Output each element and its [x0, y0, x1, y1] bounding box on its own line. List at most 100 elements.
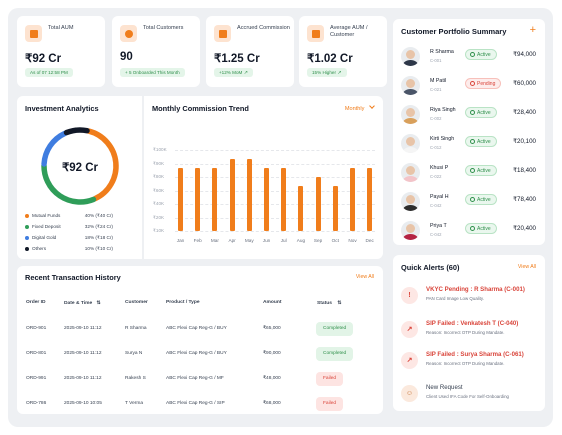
grid-line	[175, 177, 375, 178]
section-title: Customer Portfolio Summary	[401, 27, 507, 36]
amount-cell: ₹65,000	[263, 326, 281, 331]
alert-description: PAN Card Image Low Quality.	[426, 296, 484, 301]
customer-id: C-042	[430, 232, 442, 237]
y-axis-tick-label: ₹60K	[153, 187, 165, 193]
check-circle-icon	[470, 196, 475, 202]
stat-chip: 15% Higher	[307, 68, 347, 77]
column-header-order-id[interactable]: Order ID	[26, 300, 46, 305]
status-badge: Active	[465, 165, 497, 176]
legend-dot	[25, 236, 29, 240]
alert-item[interactable]: ↗ SIP Failed : Surya Sharma (C-061) Reason…	[393, 348, 545, 378]
customer-row[interactable]: R Sharma C-001 Active ₹94,000	[393, 44, 545, 73]
customer-name: R Sharma	[430, 49, 454, 55]
sort-icon: ⇅	[337, 301, 342, 306]
legend-dot	[25, 214, 29, 218]
alert-icon: !	[401, 287, 418, 304]
status-badge: Active	[465, 223, 497, 234]
trend-icon: ↗	[401, 321, 418, 338]
view-all-link[interactable]: View All	[356, 274, 374, 280]
alert-title: VKYC Pending : R Sharma (C-001)	[426, 286, 525, 293]
table-row[interactable]: ORD-801 2025-09-10 11:12 Surya N ABC Flexi …	[17, 342, 376, 367]
stat-value: 90	[120, 51, 133, 63]
check-circle-icon	[470, 51, 475, 57]
y-axis-tick-label: ₹100K	[153, 147, 167, 152]
status-badge: Completed	[316, 347, 354, 361]
column-header-customer[interactable]: Customer	[125, 300, 148, 305]
customer-id: C-012	[430, 145, 442, 150]
customer-row[interactable]: Kirti Singh C-012 Active ₹20,100	[393, 131, 545, 160]
alert-item[interactable]: ☺ New Request Client Used IFA Code For Sel…	[393, 381, 545, 411]
product-cell: ABC Flexi Cap Reg-G / BUY	[166, 326, 227, 331]
avatar	[401, 134, 420, 153]
table-row[interactable]: ORD-786 2025-09-10 10:05 T Verma ABC Flexi …	[17, 392, 376, 417]
status-badge: Failed	[316, 397, 344, 411]
status-label: Active	[477, 139, 491, 145]
status-label: Pending	[477, 81, 496, 87]
avatar-body	[403, 118, 418, 124]
column-header-status[interactable]: Status ⇅	[317, 300, 341, 306]
order-id-cell: ORD-901	[26, 326, 47, 331]
customer-row[interactable]: Khusi P C-022 Active ₹18,400	[393, 160, 545, 189]
box-icon	[214, 25, 231, 42]
avatar	[401, 163, 420, 182]
y-axis-tick-label: ₹80K	[153, 174, 165, 179]
table-row[interactable]: ORD-991 2025-09-10 11:12 Rakesh S ABC Flexi…	[17, 367, 376, 392]
legend-dot	[25, 247, 29, 251]
y-axis-tick-label: ₹10K	[153, 228, 165, 233]
avatar	[401, 47, 420, 66]
customer-amount: ₹28,400	[513, 109, 536, 116]
grid-line	[175, 231, 375, 232]
status-badge: Active	[465, 194, 497, 205]
customer-name: Khusi P	[430, 165, 449, 171]
alert-item[interactable]: ↗ SIP Failed : Venkatesh T (C-040) Reason:…	[393, 317, 545, 347]
customer-row[interactable]: M Patil C-021 Pending ₹60,000	[393, 73, 545, 102]
stat-chip: + 5 Onboarded This Month	[120, 68, 185, 77]
customer-cell: Rakesh S	[125, 376, 146, 381]
product-cell: ABC Flexi Cap Reg-G / SIP	[166, 401, 225, 406]
y-axis-tick-label: ₹40K	[153, 201, 165, 206]
date-cell: 2025-09-10 11:12	[64, 351, 102, 356]
bar-sep	[315, 177, 321, 231]
customer-cell: Surya N	[125, 351, 143, 356]
column-header-product[interactable]: Product / Type	[166, 300, 200, 305]
sort-icon: ⇅	[96, 301, 101, 306]
product-cell: ABC Flexi Cap Reg-G / MF	[166, 376, 224, 381]
customer-name: Priya T	[430, 223, 447, 229]
commission-trend-card: Monthly Commission Trend Monthly ₹100K ₹9…	[144, 96, 383, 259]
legend-value: 18% (₹18 Cr)	[84, 235, 113, 240]
alert-title: SIP Failed : Venkatesh T (C-040)	[426, 320, 519, 327]
plus-icon[interactable]: +	[530, 24, 536, 36]
customer-row[interactable]: Riya Singh C-002 Active ₹28,400	[393, 102, 545, 131]
date-cell: 2025-09-10 11:12	[64, 376, 102, 381]
stat-card-accrued-commission: Accrued Commission ₹1.25 Cr +12% MoM	[206, 16, 294, 87]
legend-value: 32% (₹24 Cr)	[84, 224, 113, 229]
customer-amount: ₹20,100	[513, 138, 536, 145]
customer-row[interactable]: Priya T C-042 Active ₹20,400	[393, 218, 545, 247]
column-header-amount[interactable]: Amount	[263, 300, 281, 305]
box-icon	[307, 25, 324, 42]
stat-title: Total Customers	[143, 25, 184, 31]
customer-amount: ₹20,400	[513, 225, 536, 232]
clock-icon	[470, 80, 475, 86]
avatar-body	[403, 234, 418, 240]
table-row[interactable]: ORD-901 2025-09-10 11:12 R Sharma ABC Flexi…	[17, 317, 376, 342]
bar-jul	[281, 168, 287, 231]
column-header-date[interactable]: Date & Time ⇅	[64, 300, 101, 306]
avatar	[401, 76, 420, 95]
customer-id: C-001	[430, 58, 442, 63]
customer-id: C-021	[430, 87, 442, 92]
transactions-card: Recent Transaction History View All Orde…	[17, 266, 383, 414]
customer-amount: ₹94,000	[513, 51, 536, 58]
avatar-body	[403, 176, 418, 182]
avatar	[401, 221, 420, 240]
stat-title: Average AUM / Customer	[330, 25, 368, 38]
bar-chart: ₹100K ₹90K ₹80K ₹60K ₹40K ₹20K ₹10K Jan Feb Mar Ap…	[144, 96, 383, 259]
bar-nov	[350, 168, 355, 231]
stat-card-average-aum: Average AUM / Customer ₹1.02 Cr 15% High…	[299, 16, 387, 87]
customer-row[interactable]: Payal H C-042 Active ₹78,400	[393, 189, 545, 218]
alert-item[interactable]: ! VKYC Pending : R Sharma (C-001) PAN Card…	[393, 283, 545, 313]
order-id-cell: ORD-786	[26, 401, 47, 406]
stat-value: ₹92 Cr	[25, 53, 62, 65]
view-all-link[interactable]: View All	[518, 264, 536, 270]
customer-amount: ₹18,400	[513, 167, 536, 174]
